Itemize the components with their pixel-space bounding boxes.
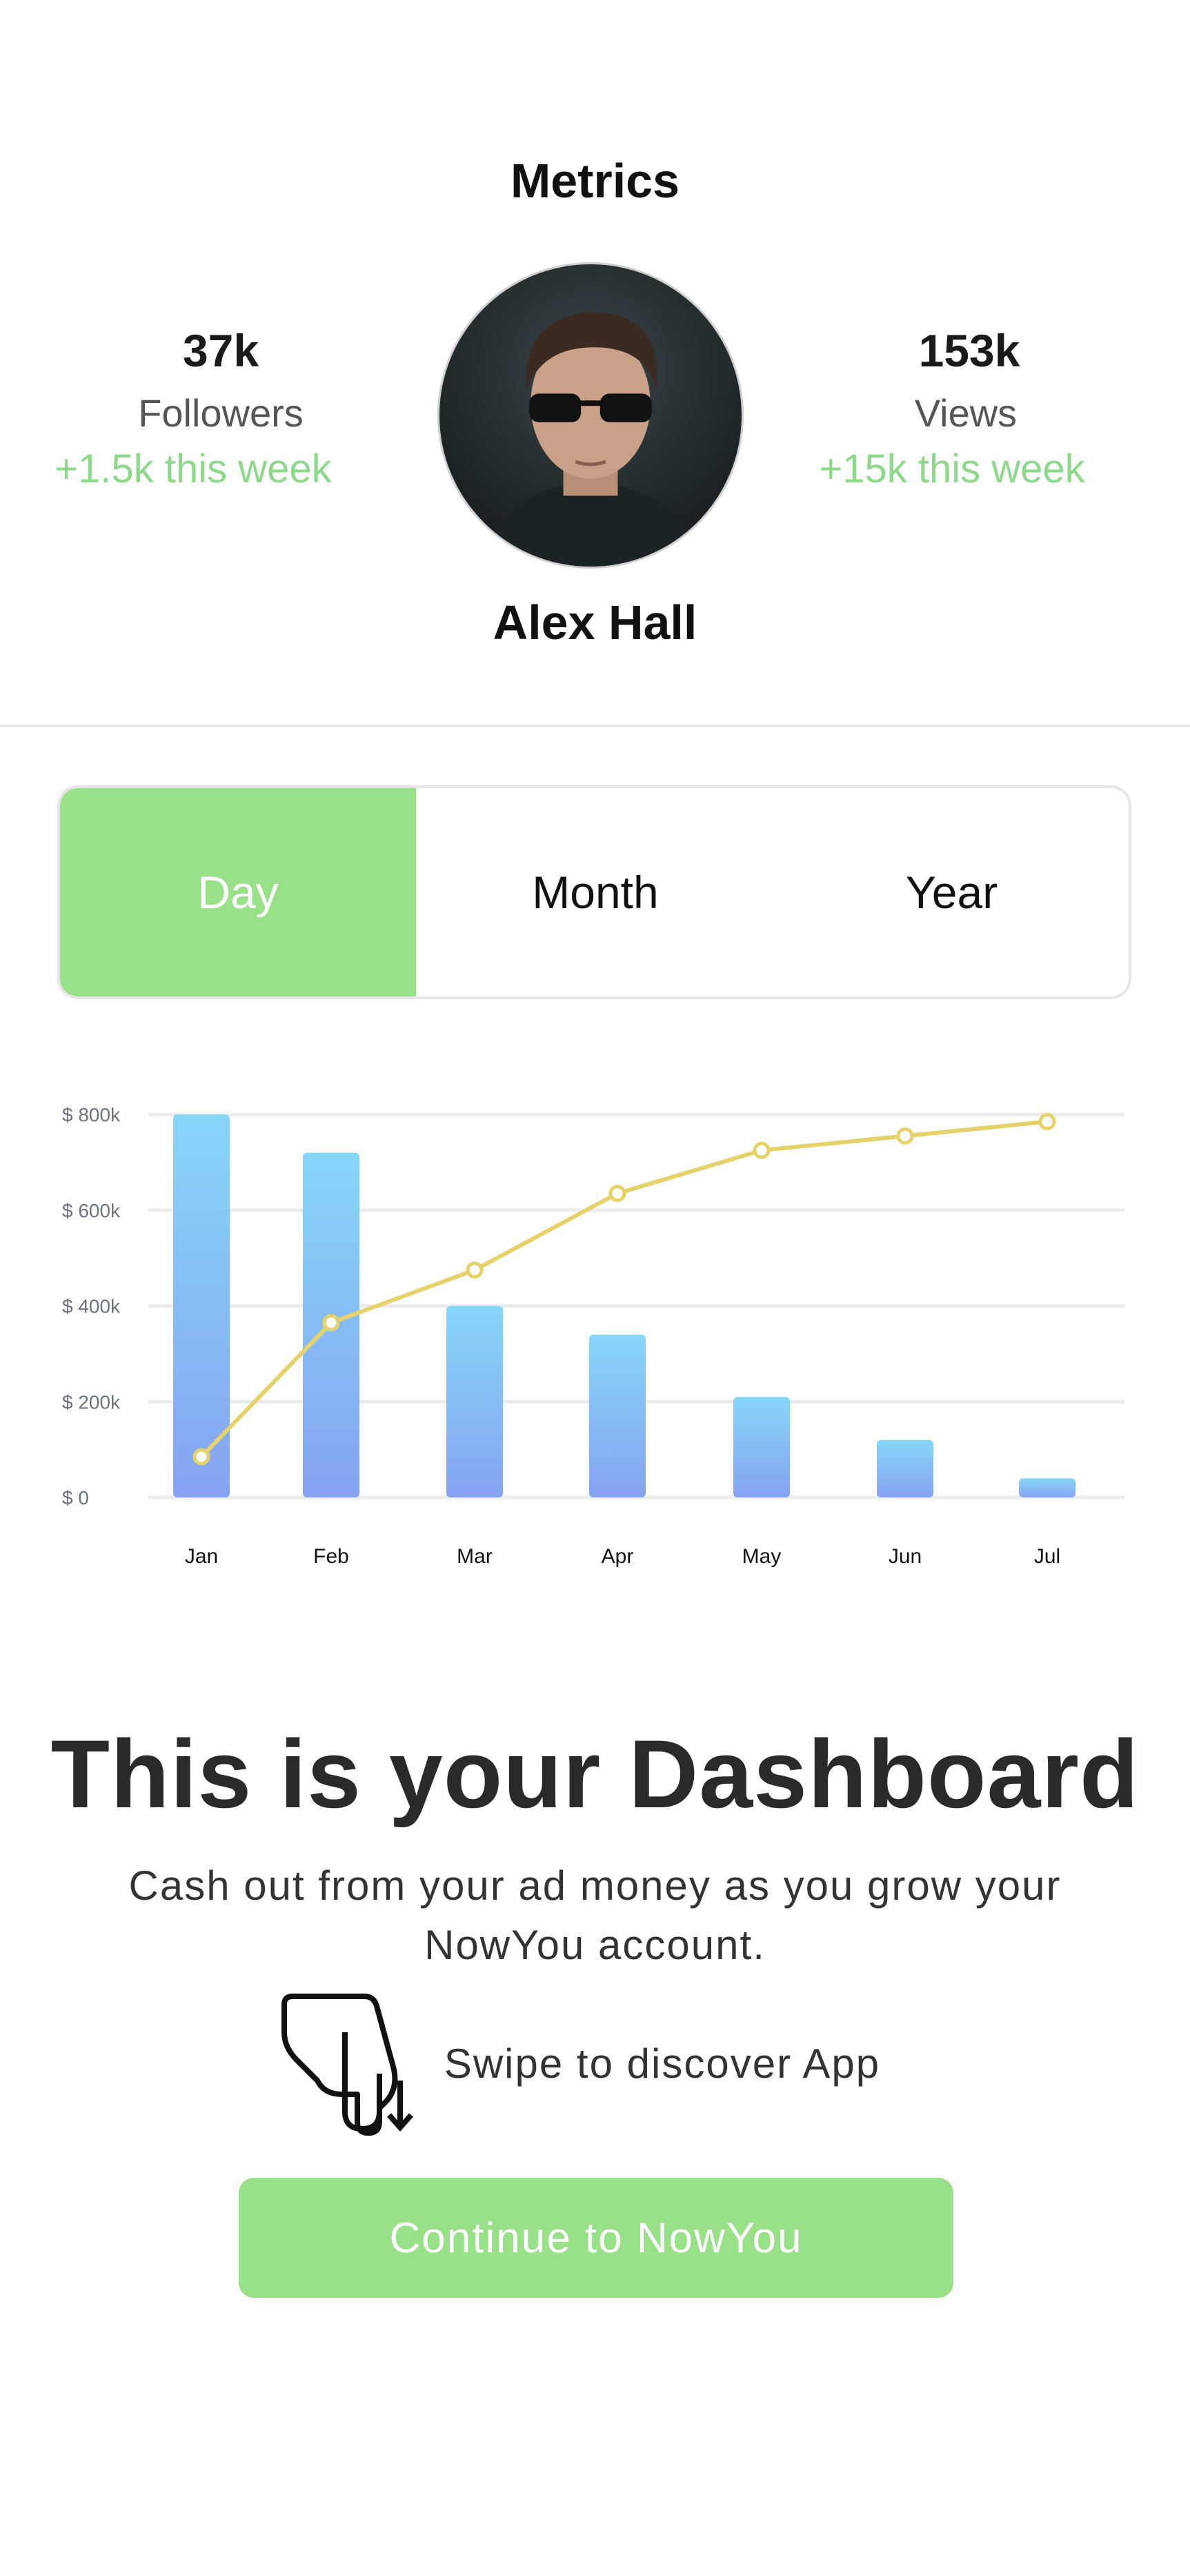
bar (173, 1114, 230, 1497)
avatar (437, 262, 744, 569)
swipe-down-icon (281, 1994, 413, 2136)
avatar-photo (439, 264, 742, 567)
profile-name: Alex Hall (493, 596, 697, 649)
y-tick-label: $ 400k (62, 1296, 121, 1317)
trend-point (1038, 1112, 1056, 1130)
x-tick-label: Jun (889, 1545, 922, 1568)
trend-point (466, 1261, 484, 1279)
trend-point (753, 1141, 771, 1159)
bar (1019, 1478, 1075, 1497)
x-tick-label: Jan (185, 1545, 218, 1568)
trend-point (192, 1448, 210, 1466)
divider (0, 725, 1190, 727)
bar (589, 1335, 646, 1497)
page-title: Metrics (510, 154, 680, 208)
x-tick-label: May (742, 1545, 782, 1568)
followers-delta: +1.5k this week (54, 446, 332, 491)
y-tick-label: $ 800k (62, 1104, 121, 1125)
bar (877, 1439, 933, 1497)
views-label: Views (914, 391, 1018, 435)
bar (733, 1397, 790, 1497)
x-tick-label: Jul (1034, 1545, 1060, 1568)
x-tick-label: Apr (602, 1545, 634, 1568)
y-tick-label: $ 600k (62, 1200, 121, 1221)
tab-year[interactable]: Year (775, 788, 1129, 996)
tab-month[interactable]: Month (416, 788, 775, 996)
tab-day[interactable]: Day (60, 788, 416, 996)
trend-point (322, 1314, 340, 1332)
bar (446, 1306, 503, 1497)
period-selector: Day Month Year (57, 785, 1131, 999)
trend-point (896, 1127, 914, 1145)
swipe-hint: Swipe to discover App (444, 2040, 881, 2087)
views-count: 153k (918, 325, 1020, 376)
trend-point (608, 1184, 626, 1202)
followers-count: 37k (182, 325, 259, 376)
continue-button[interactable]: Continue to NowYou (239, 2178, 953, 2298)
views-delta: +15k this week (819, 446, 1085, 491)
y-tick-label: $ 0 (62, 1487, 89, 1508)
dashboard-headline: This is your Dashboard (50, 1720, 1140, 1828)
y-tick-label: $ 200k (62, 1391, 121, 1413)
x-tick-label: Feb (313, 1545, 349, 1568)
followers-label: Followers (138, 391, 304, 435)
x-tick-label: Mar (457, 1545, 493, 1568)
revenue-chart: $ 0 $ 200k $ 400k $ 600k $ 800k Jan Feb Mar Apr… (62, 1104, 1124, 1568)
dashboard-subtitle: Cash out from your ad money as you grow … (128, 1862, 1062, 1968)
